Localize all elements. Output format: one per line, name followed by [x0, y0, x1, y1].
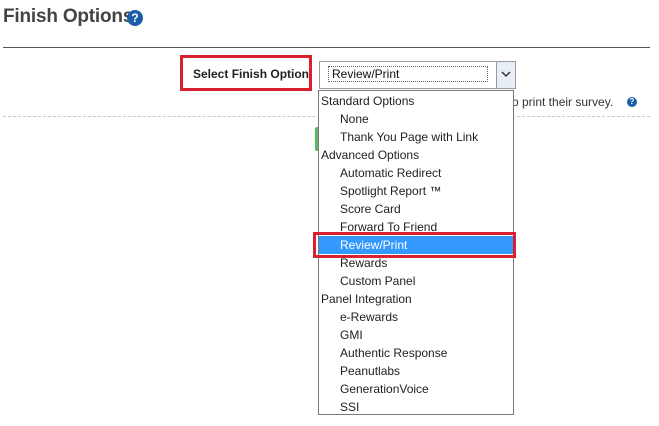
help-icon[interactable]: ? [127, 10, 143, 26]
dropdown-toggle-button[interactable] [496, 62, 515, 88]
option-e-rewards[interactable]: e-Rewards [319, 308, 513, 326]
finish-options-page: Finish Options ? Select Finish Option Re… [0, 0, 659, 426]
option-automatic-redirect[interactable]: Automatic Redirect [319, 164, 513, 182]
title-divider [3, 47, 650, 48]
option-ssi[interactable]: SSI [319, 398, 513, 416]
option-custom-panel[interactable]: Custom Panel [319, 272, 513, 290]
option-spotlight-report[interactable]: Spotlight Report ™ [319, 182, 513, 200]
option-score-card[interactable]: Score Card [319, 200, 513, 218]
option-none[interactable]: None [319, 110, 513, 128]
option-peanutlabs[interactable]: Peanutlabs [319, 362, 513, 380]
optgroup-advanced-options: Advanced Options [321, 148, 420, 162]
finish-option-label: Select Finish Option [193, 67, 310, 81]
optgroup-standard-options: Standard Options [321, 94, 415, 108]
option-authentic-response[interactable]: Authentic Response [319, 344, 513, 362]
select-current-value: Review/Print [328, 66, 488, 82]
option-description: o print their survey. [512, 95, 614, 109]
option-generationvoice[interactable]: GenerationVoice [319, 380, 513, 398]
selected-option-highlight-box [313, 232, 516, 258]
finish-option-select[interactable]: Review/Print [319, 61, 516, 89]
chevron-down-icon [501, 71, 511, 78]
description-help-icon[interactable]: ? [627, 97, 637, 107]
option-thank-you-page-with-link[interactable]: Thank You Page with Link [319, 128, 513, 146]
option-gmi[interactable]: GMI [319, 326, 513, 344]
optgroup-panel-integration: Panel Integration [321, 292, 412, 306]
page-title: Finish Options [3, 6, 134, 27]
